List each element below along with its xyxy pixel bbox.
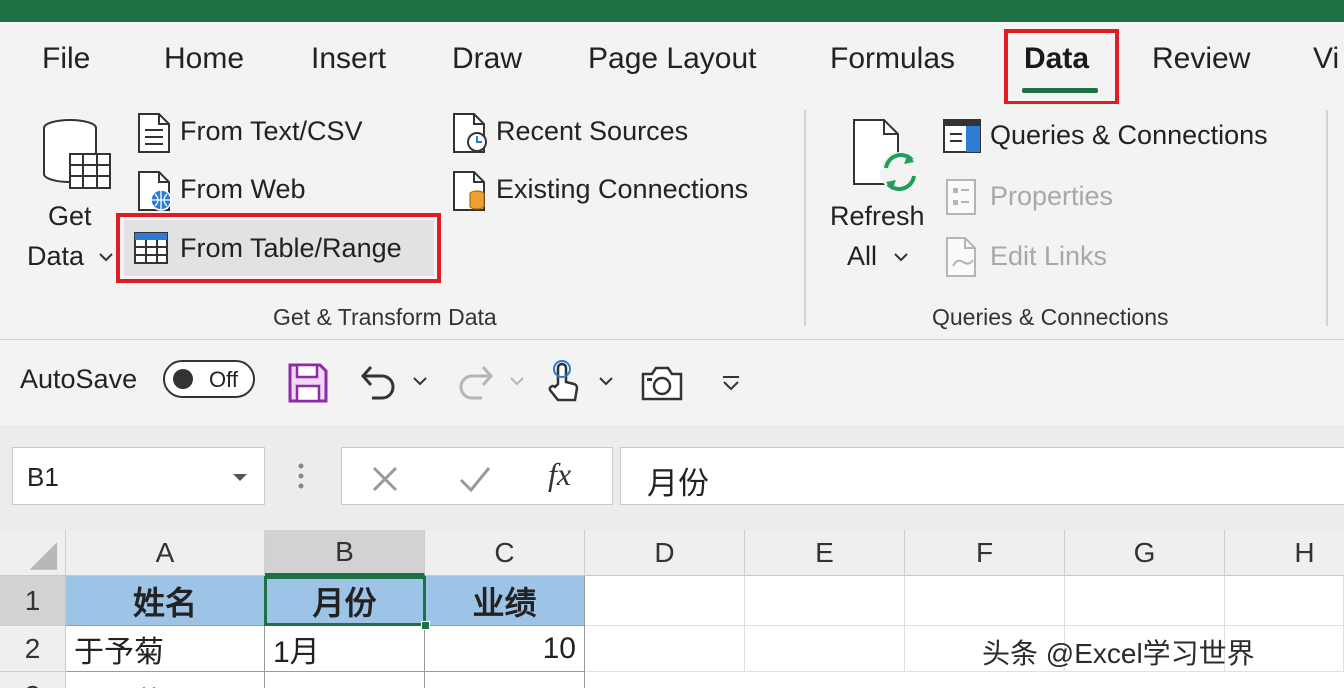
column-header-a[interactable]: A	[66, 530, 265, 576]
cell-c2[interactable]: 10	[425, 626, 585, 672]
chevron-down-icon[interactable]	[412, 376, 428, 388]
get-data-label-2: Data	[27, 241, 85, 271]
chevron-down-icon[interactable]	[509, 376, 525, 388]
formula-buttons: fx	[341, 447, 613, 505]
drag-handle-icon[interactable]	[296, 461, 306, 491]
queries-pane-icon	[943, 119, 981, 153]
refresh-label-2: All	[847, 241, 878, 271]
fill-handle[interactable]	[421, 621, 430, 630]
column-header-e[interactable]: E	[745, 530, 905, 576]
from-web-label: From Web	[180, 174, 306, 204]
web-file-icon	[138, 171, 172, 211]
chevron-down-icon	[99, 253, 113, 262]
caret-down-icon[interactable]	[231, 472, 249, 484]
cancel-icon[interactable]	[370, 464, 400, 494]
edit-links-icon	[946, 237, 976, 277]
cell-c3[interactable]	[425, 672, 585, 688]
text-file-icon	[138, 113, 170, 153]
cell-b3[interactable]: 1月	[265, 672, 425, 688]
cell-empty[interactable]	[585, 626, 745, 672]
tab-formulas[interactable]: Formulas	[830, 42, 955, 76]
tab-page-layout[interactable]: Page Layout	[588, 42, 756, 76]
select-all-triangle-icon	[29, 541, 58, 570]
autosave-label: AutoSave	[20, 364, 138, 394]
column-header-d[interactable]: D	[585, 530, 745, 576]
cell-empty[interactable]	[1065, 576, 1225, 626]
name-box[interactable]: B1	[12, 447, 265, 505]
tab-view[interactable]: Vi	[1313, 42, 1339, 76]
cell-b2[interactable]: 1月	[265, 626, 425, 672]
tab-file[interactable]: File	[42, 42, 90, 76]
column-header-f[interactable]: F	[905, 530, 1065, 576]
formula-value: 月份	[647, 466, 709, 501]
touch-mode-icon[interactable]	[544, 360, 580, 406]
cell-empty[interactable]	[905, 576, 1065, 626]
quick-access-toolbar: AutoSave Off	[0, 340, 1344, 425]
autosave-toggle[interactable]: Off	[163, 360, 255, 398]
row-header-1[interactable]: 1	[0, 576, 66, 626]
cell-empty[interactable]	[585, 576, 745, 626]
enter-check-icon[interactable]	[458, 464, 492, 494]
recent-sources-label: Recent Sources	[496, 116, 689, 146]
redo-icon[interactable]	[456, 362, 496, 402]
title-bar	[0, 0, 1344, 22]
tab-home[interactable]: Home	[164, 42, 244, 76]
cell-empty[interactable]	[745, 626, 905, 672]
group-separator	[1326, 110, 1328, 326]
data-tab-highlight-box	[1004, 29, 1119, 105]
customize-toolbar-icon[interactable]	[720, 374, 742, 392]
column-header-b[interactable]: B	[265, 530, 425, 576]
cell-empty[interactable]	[745, 576, 905, 626]
existing-connections-icon	[453, 171, 485, 211]
refresh-icon	[853, 119, 920, 192]
formula-input[interactable]: 月份	[620, 447, 1344, 505]
cell-empty[interactable]	[1225, 576, 1344, 626]
from-text-csv-label: From Text/CSV	[180, 116, 363, 146]
row-header-3[interactable]: 3	[0, 672, 66, 688]
recent-sources-icon	[453, 113, 487, 153]
properties-label: Properties	[990, 181, 1114, 211]
save-icon[interactable]	[287, 362, 329, 404]
autosave-state: Off	[209, 367, 238, 392]
group-label-get-transform: Get & Transform Data	[273, 304, 497, 330]
group-separator	[804, 110, 806, 326]
watermark: 头条 @Excel学习世界	[982, 638, 1255, 669]
name-box-value: B1	[27, 462, 59, 492]
row-header-2[interactable]: 2	[0, 626, 66, 672]
cell-a1[interactable]: 姓名	[66, 576, 265, 626]
tab-insert[interactable]: Insert	[311, 42, 386, 76]
toggle-knob	[173, 369, 193, 389]
data-ribbon: Get Data From Text/CSV From Web From Tab…	[0, 104, 1344, 340]
refresh-label-1: Refresh	[830, 201, 925, 231]
chevron-down-icon	[894, 253, 908, 262]
edit-links-label: Edit Links	[990, 241, 1108, 271]
from-table-range-highlight-box	[116, 213, 441, 283]
cell-c1[interactable]: 业绩	[425, 576, 585, 626]
camera-icon[interactable]	[640, 364, 684, 402]
column-header-h[interactable]: H	[1225, 530, 1344, 576]
group-label-queries: Queries & Connections	[932, 304, 1169, 330]
cell-b1[interactable]: 月份	[265, 576, 425, 626]
chevron-down-icon[interactable]	[598, 376, 614, 388]
cell-a2[interactable]: 于予菊	[66, 626, 265, 672]
tab-draw[interactable]: Draw	[452, 42, 522, 76]
undo-icon[interactable]	[358, 362, 398, 402]
select-all-corner[interactable]	[0, 530, 66, 576]
cell-a3[interactable]: 马日菲	[66, 672, 265, 688]
queries-connections-label: Queries & Connections	[990, 120, 1268, 150]
insert-function-icon[interactable]: fx	[548, 456, 571, 493]
properties-icon	[946, 179, 976, 215]
get-data-label-1: Get	[48, 201, 92, 231]
database-grid-icon	[43, 119, 111, 189]
ribbon-tabs: File Home Insert Draw Page Layout Formul…	[0, 22, 1344, 104]
tab-review[interactable]: Review	[1152, 42, 1250, 76]
column-header-g[interactable]: G	[1065, 530, 1225, 576]
column-header-c[interactable]: C	[425, 530, 585, 576]
existing-connections-label: Existing Connections	[496, 174, 749, 204]
formula-bar: B1 fx 月份	[0, 425, 1344, 530]
